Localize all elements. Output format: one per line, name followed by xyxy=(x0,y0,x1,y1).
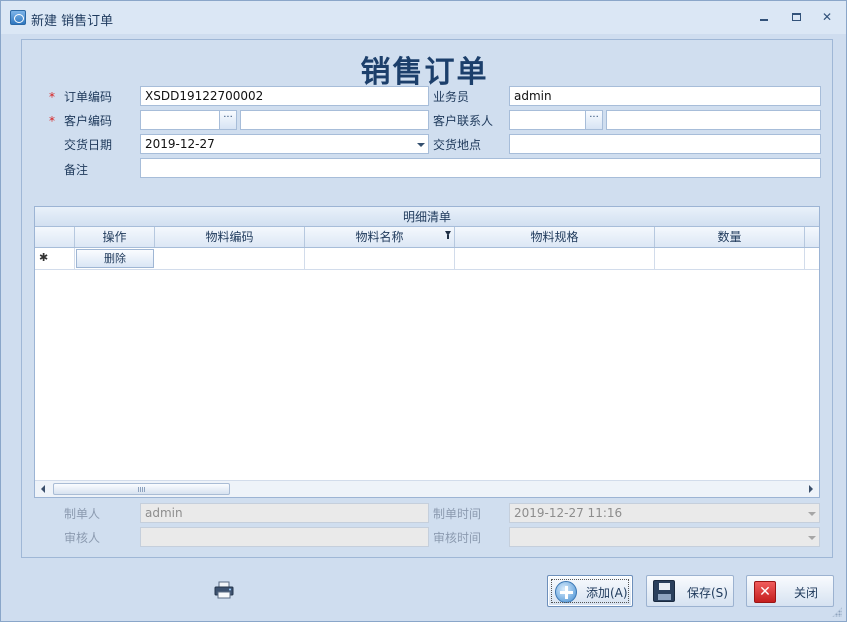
minimize-button[interactable] xyxy=(757,10,771,24)
column-header-material-code[interactable]: 物料编码 xyxy=(155,227,305,247)
form-title: 销售订单 xyxy=(360,55,489,90)
window-title: 新建 销售订单 xyxy=(31,14,114,29)
add-button-label: 添加(A) xyxy=(586,586,628,600)
row-indicator-header xyxy=(35,227,75,247)
detail-grid: 明细清单 操作 物料编码 物料名称 物料规格 数量 ✱ 删除 xyxy=(34,206,820,498)
customer-contact-field[interactable] xyxy=(509,110,586,130)
scroll-right-icon[interactable] xyxy=(809,485,813,493)
create-time-label: 制单时间 xyxy=(433,507,482,521)
scrollbar-thumb[interactable] xyxy=(53,483,230,495)
window-close-button[interactable]: ✕ xyxy=(820,10,834,24)
audit-time-label: 审核时间 xyxy=(433,531,482,545)
creator-field: admin xyxy=(140,503,429,523)
resize-grip-icon[interactable] xyxy=(832,607,842,617)
remark-label: 备注 xyxy=(64,163,89,177)
cell-material-spec[interactable] xyxy=(455,248,655,269)
remark-field[interactable] xyxy=(140,158,821,178)
save-button[interactable]: 保存(S) xyxy=(646,575,734,607)
new-item-row[interactable]: ✱ 删除 xyxy=(35,248,819,270)
cell-material-code[interactable] xyxy=(155,248,305,269)
grid-caption: 明细清单 xyxy=(35,207,819,227)
delete-row-button[interactable]: 删除 xyxy=(76,249,154,268)
delivery-date-dropdown-button[interactable] xyxy=(413,134,429,154)
new-row-icon: ✱ xyxy=(39,251,49,264)
create-time-field: 2019-12-27 11:16 xyxy=(509,503,805,523)
save-icon xyxy=(653,580,675,602)
creator-label: 制单人 xyxy=(64,507,101,521)
auditor-field xyxy=(140,527,429,547)
order-code-field[interactable]: XSDD19122700002 xyxy=(140,86,429,106)
title-bar: 新建 销售订单 ✕ xyxy=(1,1,846,34)
material-name-header-label: 物料名称 xyxy=(355,230,404,244)
customer-contact-label: 客户联系人 xyxy=(433,114,494,128)
column-header-material-spec[interactable]: 物料规格 xyxy=(455,227,655,247)
row-indicator-cell: ✱ xyxy=(35,248,75,269)
app-icon xyxy=(10,10,26,25)
customer-code-field[interactable] xyxy=(140,110,220,130)
cell-quantity[interactable] xyxy=(655,248,805,269)
required-mark-order-code: * xyxy=(49,90,55,104)
order-code-label: 订单编码 xyxy=(64,90,113,104)
delivery-place-label: 交货地点 xyxy=(433,138,482,152)
close-button-label: 关闭 xyxy=(794,586,819,600)
filter-icon[interactable] xyxy=(445,231,451,239)
column-header-operation[interactable]: 操作 xyxy=(75,227,155,247)
audit-time-dropdown-button xyxy=(804,527,820,547)
grid-header: 操作 物料编码 物料名称 物料规格 数量 xyxy=(35,227,819,248)
delivery-date-label: 交货日期 xyxy=(64,138,113,152)
delivery-place-field[interactable] xyxy=(509,134,821,154)
column-header-quantity[interactable]: 数量 xyxy=(655,227,805,247)
maximize-button[interactable] xyxy=(789,10,803,24)
horizontal-scrollbar[interactable] xyxy=(35,480,819,497)
customer-code-label: 客户编码 xyxy=(64,114,113,128)
customer-lookup-button[interactable]: ··· xyxy=(219,110,237,130)
printer-icon[interactable] xyxy=(213,581,235,599)
save-button-label: 保存(S) xyxy=(687,586,728,600)
customer-name-field[interactable] xyxy=(240,110,429,130)
close-icon: ✕ xyxy=(754,581,776,603)
salesman-field[interactable]: admin xyxy=(509,86,821,106)
close-button[interactable]: ✕ 关闭 xyxy=(746,575,834,607)
auditor-label: 审核人 xyxy=(64,531,101,545)
add-icon xyxy=(555,581,577,603)
delivery-date-field[interactable]: 2019-12-27 xyxy=(140,134,414,154)
contact-lookup-button[interactable]: ··· xyxy=(585,110,603,130)
salesman-label: 业务员 xyxy=(433,90,470,104)
thumb-grip-icon xyxy=(138,487,145,492)
cell-material-name[interactable] xyxy=(305,248,455,269)
create-time-dropdown-button xyxy=(804,503,820,523)
audit-time-field xyxy=(509,527,805,547)
column-header-material-name[interactable]: 物料名称 xyxy=(305,227,455,247)
scroll-left-icon[interactable] xyxy=(41,485,45,493)
sales-order-window: 新建 销售订单 ✕ 销售订单 * 订单编码 XSDD19122700002 业务… xyxy=(0,0,847,622)
customer-contact-extra-field[interactable] xyxy=(606,110,821,130)
add-button[interactable]: 添加(A) xyxy=(547,575,633,607)
minimize-icon xyxy=(760,19,768,21)
required-mark-customer-code: * xyxy=(49,114,55,128)
maximize-icon xyxy=(792,13,801,21)
